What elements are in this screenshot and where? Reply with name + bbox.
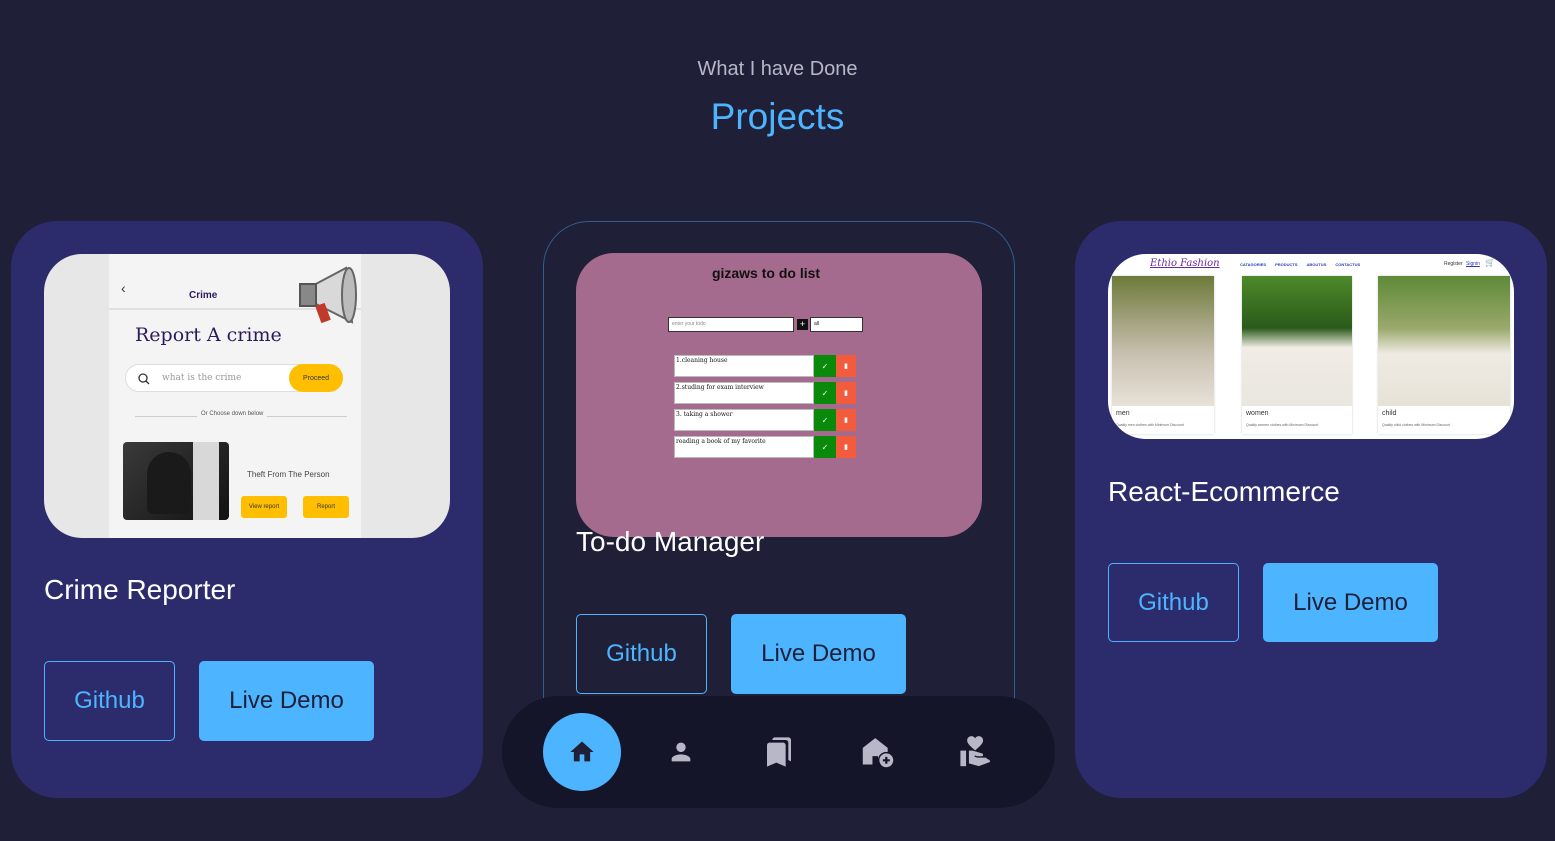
preview-image [123, 442, 229, 520]
back-chevron-icon: ‹ [121, 280, 126, 296]
check-icon: ✓ [814, 436, 836, 458]
preview-products: men Quality men clothes with Minimum Disc… [1112, 276, 1510, 436]
megaphone-icon [299, 266, 357, 324]
preview-product-tile: child Quality child clothes with Minimum … [1378, 276, 1510, 434]
preview-register: Register [1444, 261, 1463, 267]
project-title: Crime Reporter [44, 574, 236, 605]
product-image [1242, 276, 1352, 406]
preview-todo-input: enter your todo [668, 317, 794, 332]
project-title: To-do Manager [576, 526, 765, 557]
preview-product-tile: men Quality men clothes with Minimum Disc… [1112, 276, 1214, 434]
preview-filter-select: all [810, 317, 863, 332]
search-icon [138, 373, 150, 385]
preview-heading: gizaws to do list [711, 265, 821, 281]
preview-nav-item: PRODUCTS [1275, 262, 1298, 267]
project-card-crime-reporter: ‹ Crime Report A crime what is the crime… [11, 221, 483, 798]
section-subtitle: What I have Done [697, 58, 858, 80]
preview-header: Crime [189, 290, 218, 301]
preview-todo-text: 1.cleaning house [674, 355, 814, 377]
preview-divider-text: Or Choose down below [197, 411, 268, 417]
trash-icon: ▮ [836, 355, 856, 377]
product-label: women [1246, 410, 1269, 417]
trash-icon: ▮ [836, 436, 856, 458]
preview-signin: Signin [1466, 261, 1480, 267]
product-image [1378, 276, 1510, 406]
product-desc: Quality child clothes with Minimum Disco… [1382, 423, 1451, 427]
preview-view-report-button: View report [241, 496, 287, 518]
product-label: men [1116, 410, 1130, 417]
github-button[interactable]: Github [576, 614, 707, 694]
volunteer-icon [960, 736, 991, 767]
preview-nav: CATAGORIES PRODUCTS ABOUTUS CONTACTUS [1240, 262, 1360, 267]
preview-proceed-button: Proceed [289, 364, 343, 392]
live-demo-button[interactable]: Live Demo [1263, 563, 1438, 642]
preview-nav-item: CONTACTUS [1335, 262, 1361, 267]
product-image [1112, 276, 1214, 406]
section-title: Projects [710, 96, 845, 137]
preview-todo-list: 1.cleaning house ✓ ▮ 2.studing for exam int… [674, 355, 860, 463]
project-thumbnail: ‹ Crime Report A crime what is the crime… [44, 254, 450, 538]
preview-brand: Ethio Fashion [1150, 258, 1220, 269]
add-home-icon [862, 738, 894, 768]
preview-nav-item: ABOUTUS [1306, 262, 1327, 267]
nav-portfolio[interactable] [740, 713, 818, 791]
preview-todo-item: reading a book of my favorite ✓ ▮ [674, 436, 860, 458]
product-desc: Quality men clothes with Minimum Discoun… [1116, 423, 1184, 427]
live-demo-button[interactable]: Live Demo [199, 661, 374, 741]
preview-todo-item: 2.studing for exam interview ✓ ▮ [674, 382, 860, 404]
github-button[interactable]: Github [44, 661, 175, 741]
product-desc: Quality women clothes with Minimum Disco… [1246, 423, 1319, 427]
preview-todo-item: 1.cleaning house ✓ ▮ [674, 355, 860, 377]
check-icon: ✓ [814, 409, 836, 431]
preview-todo-item: 3. taking a shower ✓ ▮ [674, 409, 860, 431]
preview-card-text: Theft From The Person [247, 470, 330, 479]
user-icon [671, 742, 691, 762]
project-card-react-ecommerce: Ethio Fashion CATAGORIES PRODUCTS ABOUTUS C… [1075, 221, 1547, 798]
project-title: React-Ecommerce [1108, 476, 1340, 507]
preview-todo-text: reading a book of my favorite [674, 436, 814, 458]
product-label: child [1382, 410, 1397, 417]
nav-about[interactable] [642, 713, 720, 791]
bottom-navigation [502, 696, 1055, 808]
add-icon: + [797, 319, 808, 330]
project-thumbnail: Ethio Fashion CATAGORIES PRODUCTS ABOUTUS C… [1108, 254, 1514, 439]
cart-icon: 🛒 [1485, 258, 1495, 267]
live-demo-button[interactable]: Live Demo [731, 614, 906, 694]
github-button[interactable]: Github [1108, 563, 1239, 642]
preview-product-tile: women Quality women clothes with Minimum … [1242, 276, 1352, 434]
nav-services[interactable] [839, 713, 917, 791]
check-icon: ✓ [814, 382, 836, 404]
preview-nav-item: CATAGORIES [1240, 262, 1267, 267]
project-thumbnail: gizaws to do list enter your todo + all … [576, 253, 982, 537]
nav-home[interactable] [543, 713, 621, 791]
home-icon [570, 741, 594, 762]
check-icon: ✓ [814, 355, 836, 377]
preview-todo-text: 2.studing for exam interview [674, 382, 814, 404]
nav-contact[interactable] [937, 713, 1015, 791]
preview-report-button: Report [303, 496, 349, 518]
trash-icon: ▮ [836, 382, 856, 404]
bookmarks-icon [767, 737, 791, 767]
preview-todo-text: 3. taking a shower [674, 409, 814, 431]
trash-icon: ▮ [836, 409, 856, 431]
preview-heading: Report A crime [135, 324, 282, 346]
preview-search-placeholder: what is the crime [162, 373, 242, 383]
